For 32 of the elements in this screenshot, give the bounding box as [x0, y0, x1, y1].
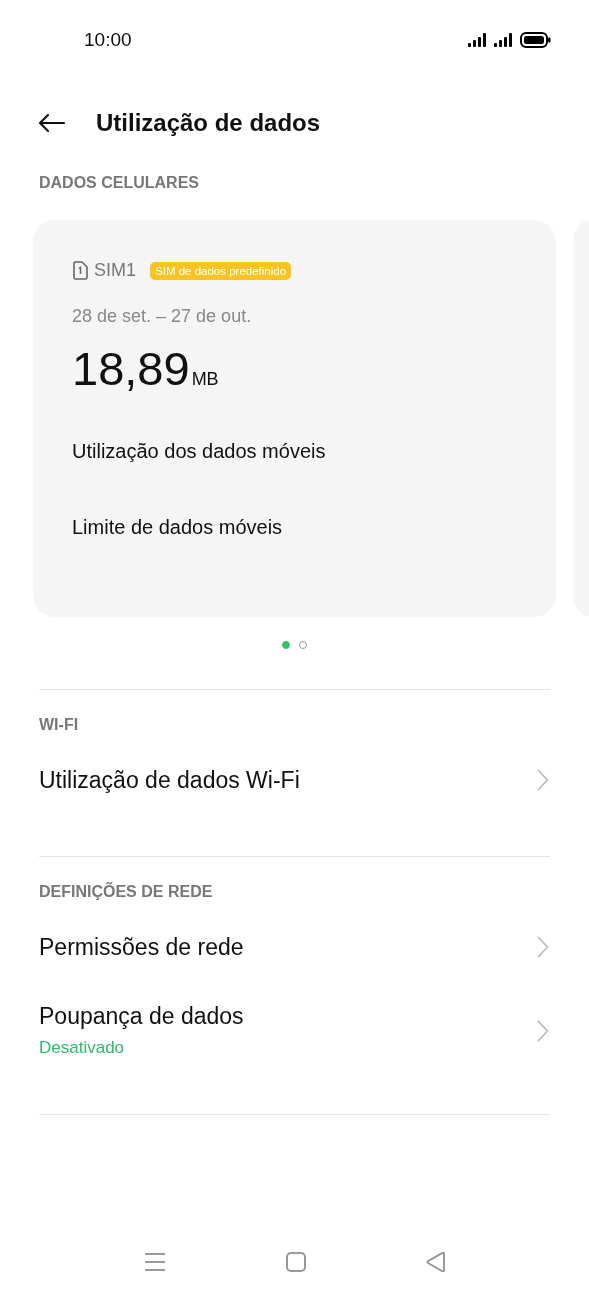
- settings-row[interactable]: Poupança de dados Desativado: [0, 987, 589, 1078]
- sim-label: SIM1: [94, 260, 136, 281]
- back-icon[interactable]: [425, 1252, 446, 1272]
- row-label: Utilização de dados Wi-Fi: [39, 766, 300, 794]
- card-menu-item[interactable]: Utilização dos dados móveis: [72, 430, 556, 472]
- menu-icon[interactable]: [143, 1252, 166, 1272]
- status-time: 10:00: [84, 29, 132, 51]
- data-unit: MB: [191, 369, 219, 390]
- row-label: Permissões de rede: [39, 933, 244, 961]
- home-icon[interactable]: [285, 1252, 306, 1272]
- data-amount: 18,89: [72, 341, 190, 396]
- back-arrow-icon[interactable]: [38, 113, 66, 133]
- signal-icon: [468, 33, 488, 47]
- settings-row[interactable]: Permissões de rede: [0, 911, 589, 987]
- chevron-right-icon: [537, 1019, 549, 1042]
- page-dot[interactable]: [282, 641, 290, 649]
- section-heading: WI-FI: [38, 715, 80, 735]
- sim-icon: [72, 261, 88, 280]
- signal-icon: [494, 33, 514, 47]
- chevron-right-icon: [537, 769, 549, 791]
- row-label: Poupança de dados: [39, 1003, 244, 1030]
- billing-period: 28 de set. – 27 de out.: [72, 306, 253, 327]
- section-heading: DADOS CELULARES: [38, 173, 200, 193]
- section-heading: DEFINIÇÕES DE REDE: [38, 881, 214, 902]
- settings-row[interactable]: Utilização de dados Wi-Fi: [0, 744, 589, 820]
- page-title: Utilização de dados: [96, 109, 321, 137]
- card-menu-item[interactable]: Limite de dados móveis: [72, 506, 556, 548]
- default-sim-badge: SIM de dados predefinido: [150, 261, 292, 280]
- chevron-right-icon: [537, 936, 549, 958]
- battery-icon: [520, 32, 551, 48]
- row-status: Desativado: [39, 1038, 126, 1058]
- sim-card[interactable]: SIM1 SIM de dados predefinido 28 de set. – 27 de out. 18,89 MB Utilização dos dados móveis Limite de dados móveis: [33, 220, 556, 617]
